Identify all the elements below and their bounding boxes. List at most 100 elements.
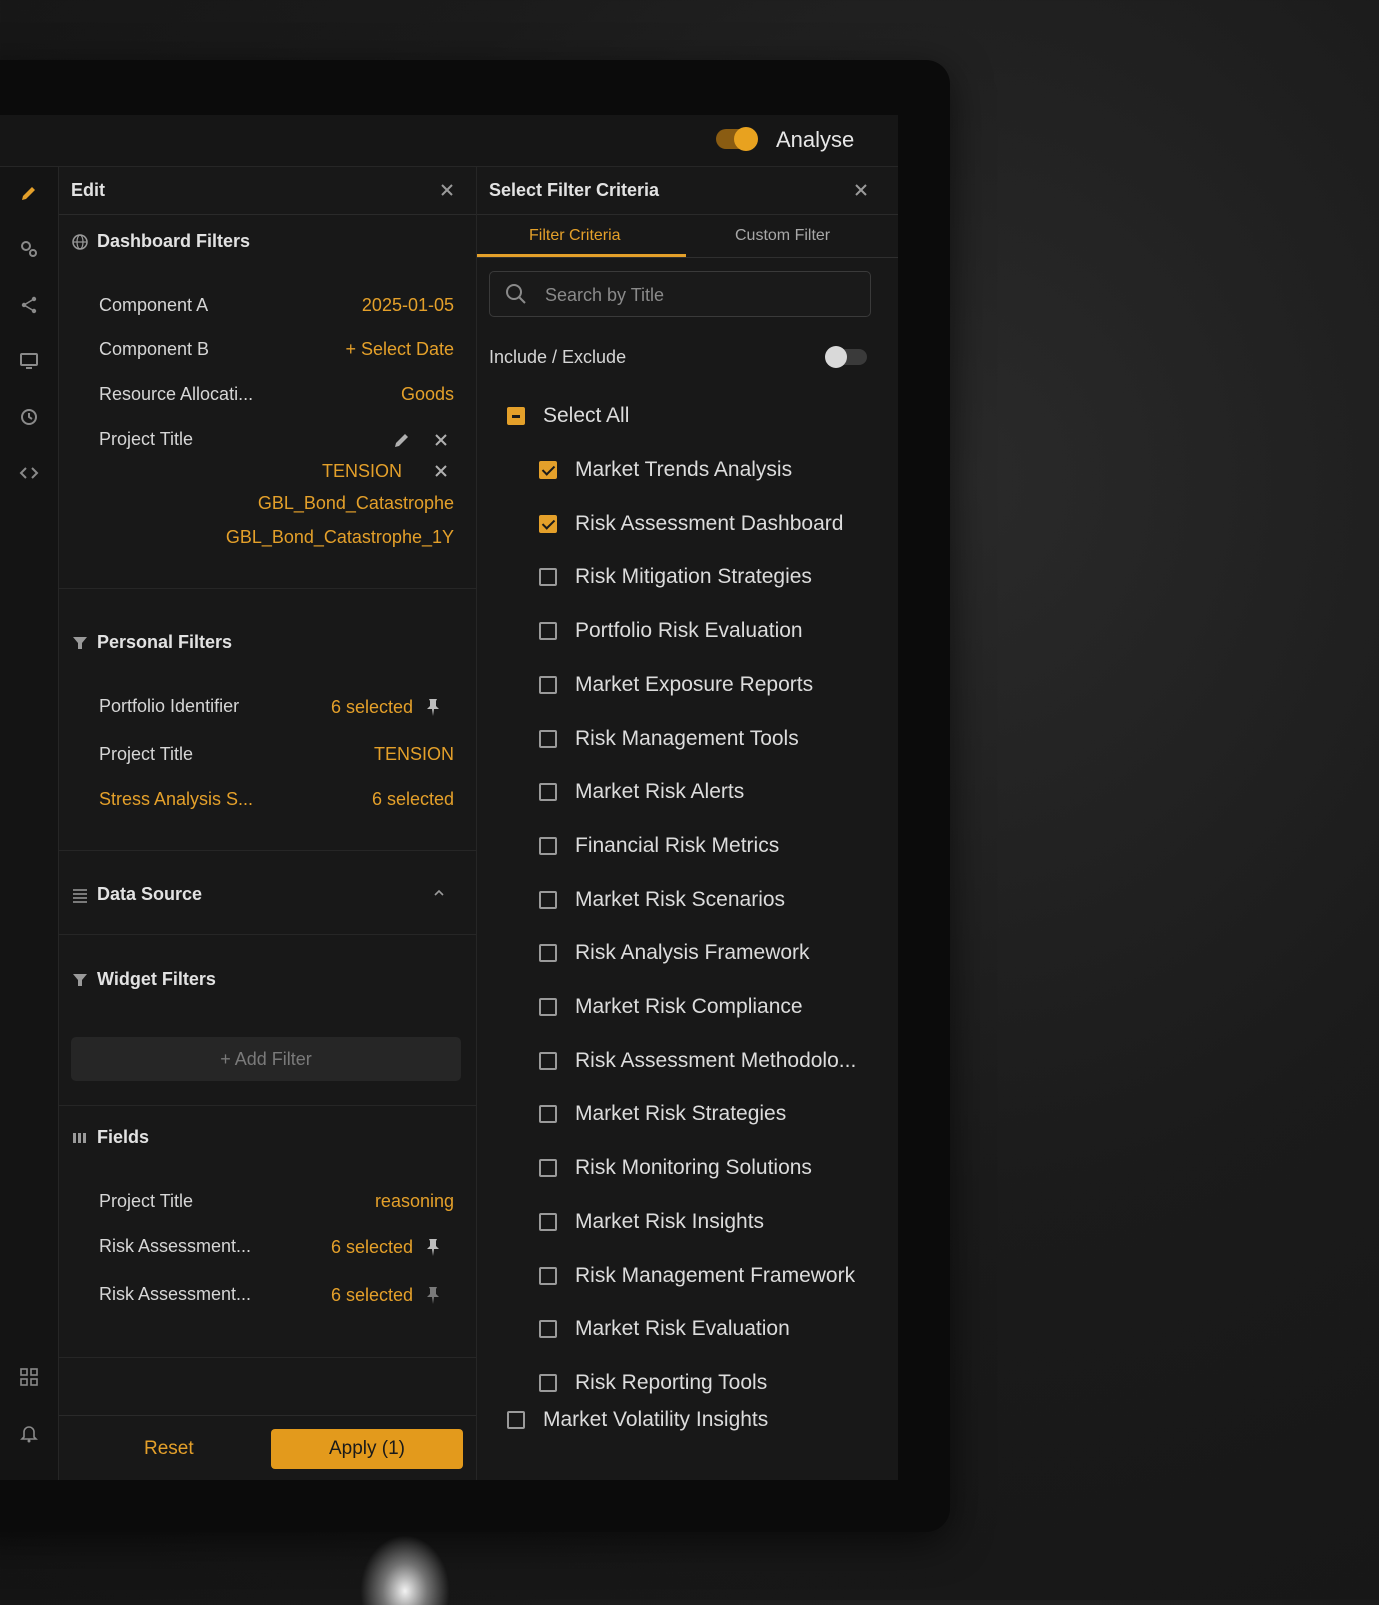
edit-icon[interactable] [392,430,412,450]
filter-row-label-active[interactable]: Stress Analysis S... [99,789,253,810]
filter-item[interactable]: Market Risk Alerts [539,780,879,804]
checkbox [539,998,557,1016]
filter-item[interactable]: Risk Monitoring Solutions [539,1156,879,1180]
filter-item[interactable]: Market Volatility Insights [507,1408,768,1432]
filter-row-value[interactable]: 6 selected [331,697,413,718]
filter-item-label: Market Risk Alerts [575,780,745,804]
widget-filters-label: Widget Filters [97,969,216,989]
filter-row-value[interactable]: TENSION [374,744,454,765]
filter-item[interactable]: Market Exposure Reports [539,673,879,697]
checkbox [539,1051,557,1070]
include-exclude-toggle[interactable] [825,346,867,368]
globe-icon [71,233,89,251]
dashboard-filters-label: Dashboard Filters [97,231,251,251]
settings-icon[interactable] [17,237,41,261]
reset-button[interactable]: Reset [144,1438,194,1460]
pin-icon[interactable] [423,1237,443,1257]
filter-item-label: Portfolio Risk Evaluation [575,619,803,643]
analyse-toggle[interactable] [716,127,758,151]
history-icon[interactable] [17,405,41,429]
filter-item[interactable]: Risk Management Framework [539,1264,879,1288]
select-date-link[interactable]: + Select Date [345,339,454,360]
field-row-value[interactable]: reasoning [375,1191,454,1212]
filter-item[interactable]: Market Trends Analysis [539,458,879,482]
code-icon[interactable] [17,461,41,485]
filter-item[interactable]: Market Risk Evaluation [539,1317,879,1341]
monitor-icon[interactable] [17,349,41,373]
filter-row-label: Project Title [99,744,194,764]
edit-panel-header: Edit [59,167,476,215]
filter-item-label: Market Risk Strategies [575,1102,787,1126]
filter-row-value[interactable]: 6 selected [372,789,454,810]
filter-item[interactable]: Risk Assessment Dashboard [539,512,879,536]
divider [59,1357,476,1358]
filter-item[interactable]: Risk Analysis Framework [539,941,879,965]
checkbox [539,461,557,479]
filter-row-value[interactable]: 2025-01-05 [362,295,454,316]
pencil-icon[interactable] [17,181,41,205]
dashboard-filters-title: Dashboard Filters [71,231,250,252]
checkbox [539,729,557,748]
select-all-checkbox[interactable]: Select All [507,404,629,428]
filter-row-value[interactable]: Goods [401,384,454,405]
filter-item-label: Market Risk Scenarios [575,887,786,911]
select-all-label: Select All [543,404,630,427]
tab-custom-filter[interactable]: Custom Filter [735,227,830,245]
columns-icon [71,1129,89,1147]
search-box [489,271,871,317]
checkbox [539,836,557,855]
pin-icon[interactable] [423,697,443,717]
filter-item[interactable]: Risk Mitigation Strategies [539,565,879,589]
field-row-value[interactable]: 6 selected [331,1237,413,1258]
apply-button[interactable]: Apply (1) [271,1429,463,1469]
share-icon[interactable] [17,293,41,317]
filter-tabs: Filter Criteria Custom Filter [477,215,898,258]
desk-light-glow [360,1535,450,1605]
checkbox [539,1266,557,1285]
filter-item-label: Risk Management Framework [575,1263,856,1287]
filter-item[interactable]: Market Risk Strategies [539,1102,879,1126]
field-row-value[interactable]: 6 selected [331,1285,413,1306]
project-title-value[interactable]: GBL_Bond_Catastrophe [258,493,454,514]
add-filter-button[interactable]: + Add Filter [71,1037,461,1081]
filter-item[interactable]: Market Risk Scenarios [539,888,879,912]
pin-icon[interactable] [423,1285,443,1305]
project-title-value[interactable]: TENSION [322,461,402,482]
filter-item[interactable]: Portfolio Risk Evaluation [539,619,879,643]
analyse-label: Analyse [776,127,855,152]
personal-filters-label: Personal Filters [97,632,233,652]
filter-item[interactable]: Risk Assessment Methodolo... [539,1049,879,1073]
search-input[interactable] [543,280,857,310]
filter-item[interactable]: Market Risk Insights [539,1210,879,1234]
filter-item[interactable]: Market Risk Compliance [539,995,879,1019]
close-icon[interactable] [850,179,872,201]
filter-item-label: Risk Assessment Methodolo... [575,1048,857,1072]
chevron-up-icon[interactable] [429,883,449,903]
fields-label: Fields [97,1127,150,1147]
data-source-title[interactable]: Data Source [71,884,202,905]
left-rail [0,167,59,1480]
filter-row-label: Resource Allocati... [99,384,254,404]
remove-icon[interactable] [431,430,451,450]
project-title-value[interactable]: GBL_Bond_Catastrophe_1Y [226,527,454,548]
bell-icon[interactable] [17,1421,41,1445]
field-row-label: Risk Assessment... [99,1284,252,1304]
widget-filters-title: Widget Filters [71,969,216,990]
search-icon [504,282,528,306]
edit-panel-title: Edit [71,180,105,200]
tab-filter-criteria[interactable]: Filter Criteria [529,227,621,245]
filter-item[interactable]: Financial Risk Metrics [539,834,879,858]
checkbox [539,514,557,533]
filter-item-label: Risk Assessment Dashboard [575,511,844,535]
apps-grid-icon[interactable] [17,1365,41,1389]
checkbox [539,1373,557,1392]
filter-item[interactable]: Risk Reporting Tools [539,1371,879,1395]
filter-item[interactable]: Risk Management Tools [539,727,879,751]
checkbox [507,407,525,425]
filter-criteria-panel: Select Filter Criteria Filter Criteria C… [477,167,898,1480]
filter-item-label: Risk Mitigation Strategies [575,565,812,589]
close-icon[interactable] [436,179,458,201]
filter-panel-header: Select Filter Criteria [477,167,898,215]
remove-icon[interactable] [431,461,451,481]
filter-row-label: Component B [99,339,210,359]
